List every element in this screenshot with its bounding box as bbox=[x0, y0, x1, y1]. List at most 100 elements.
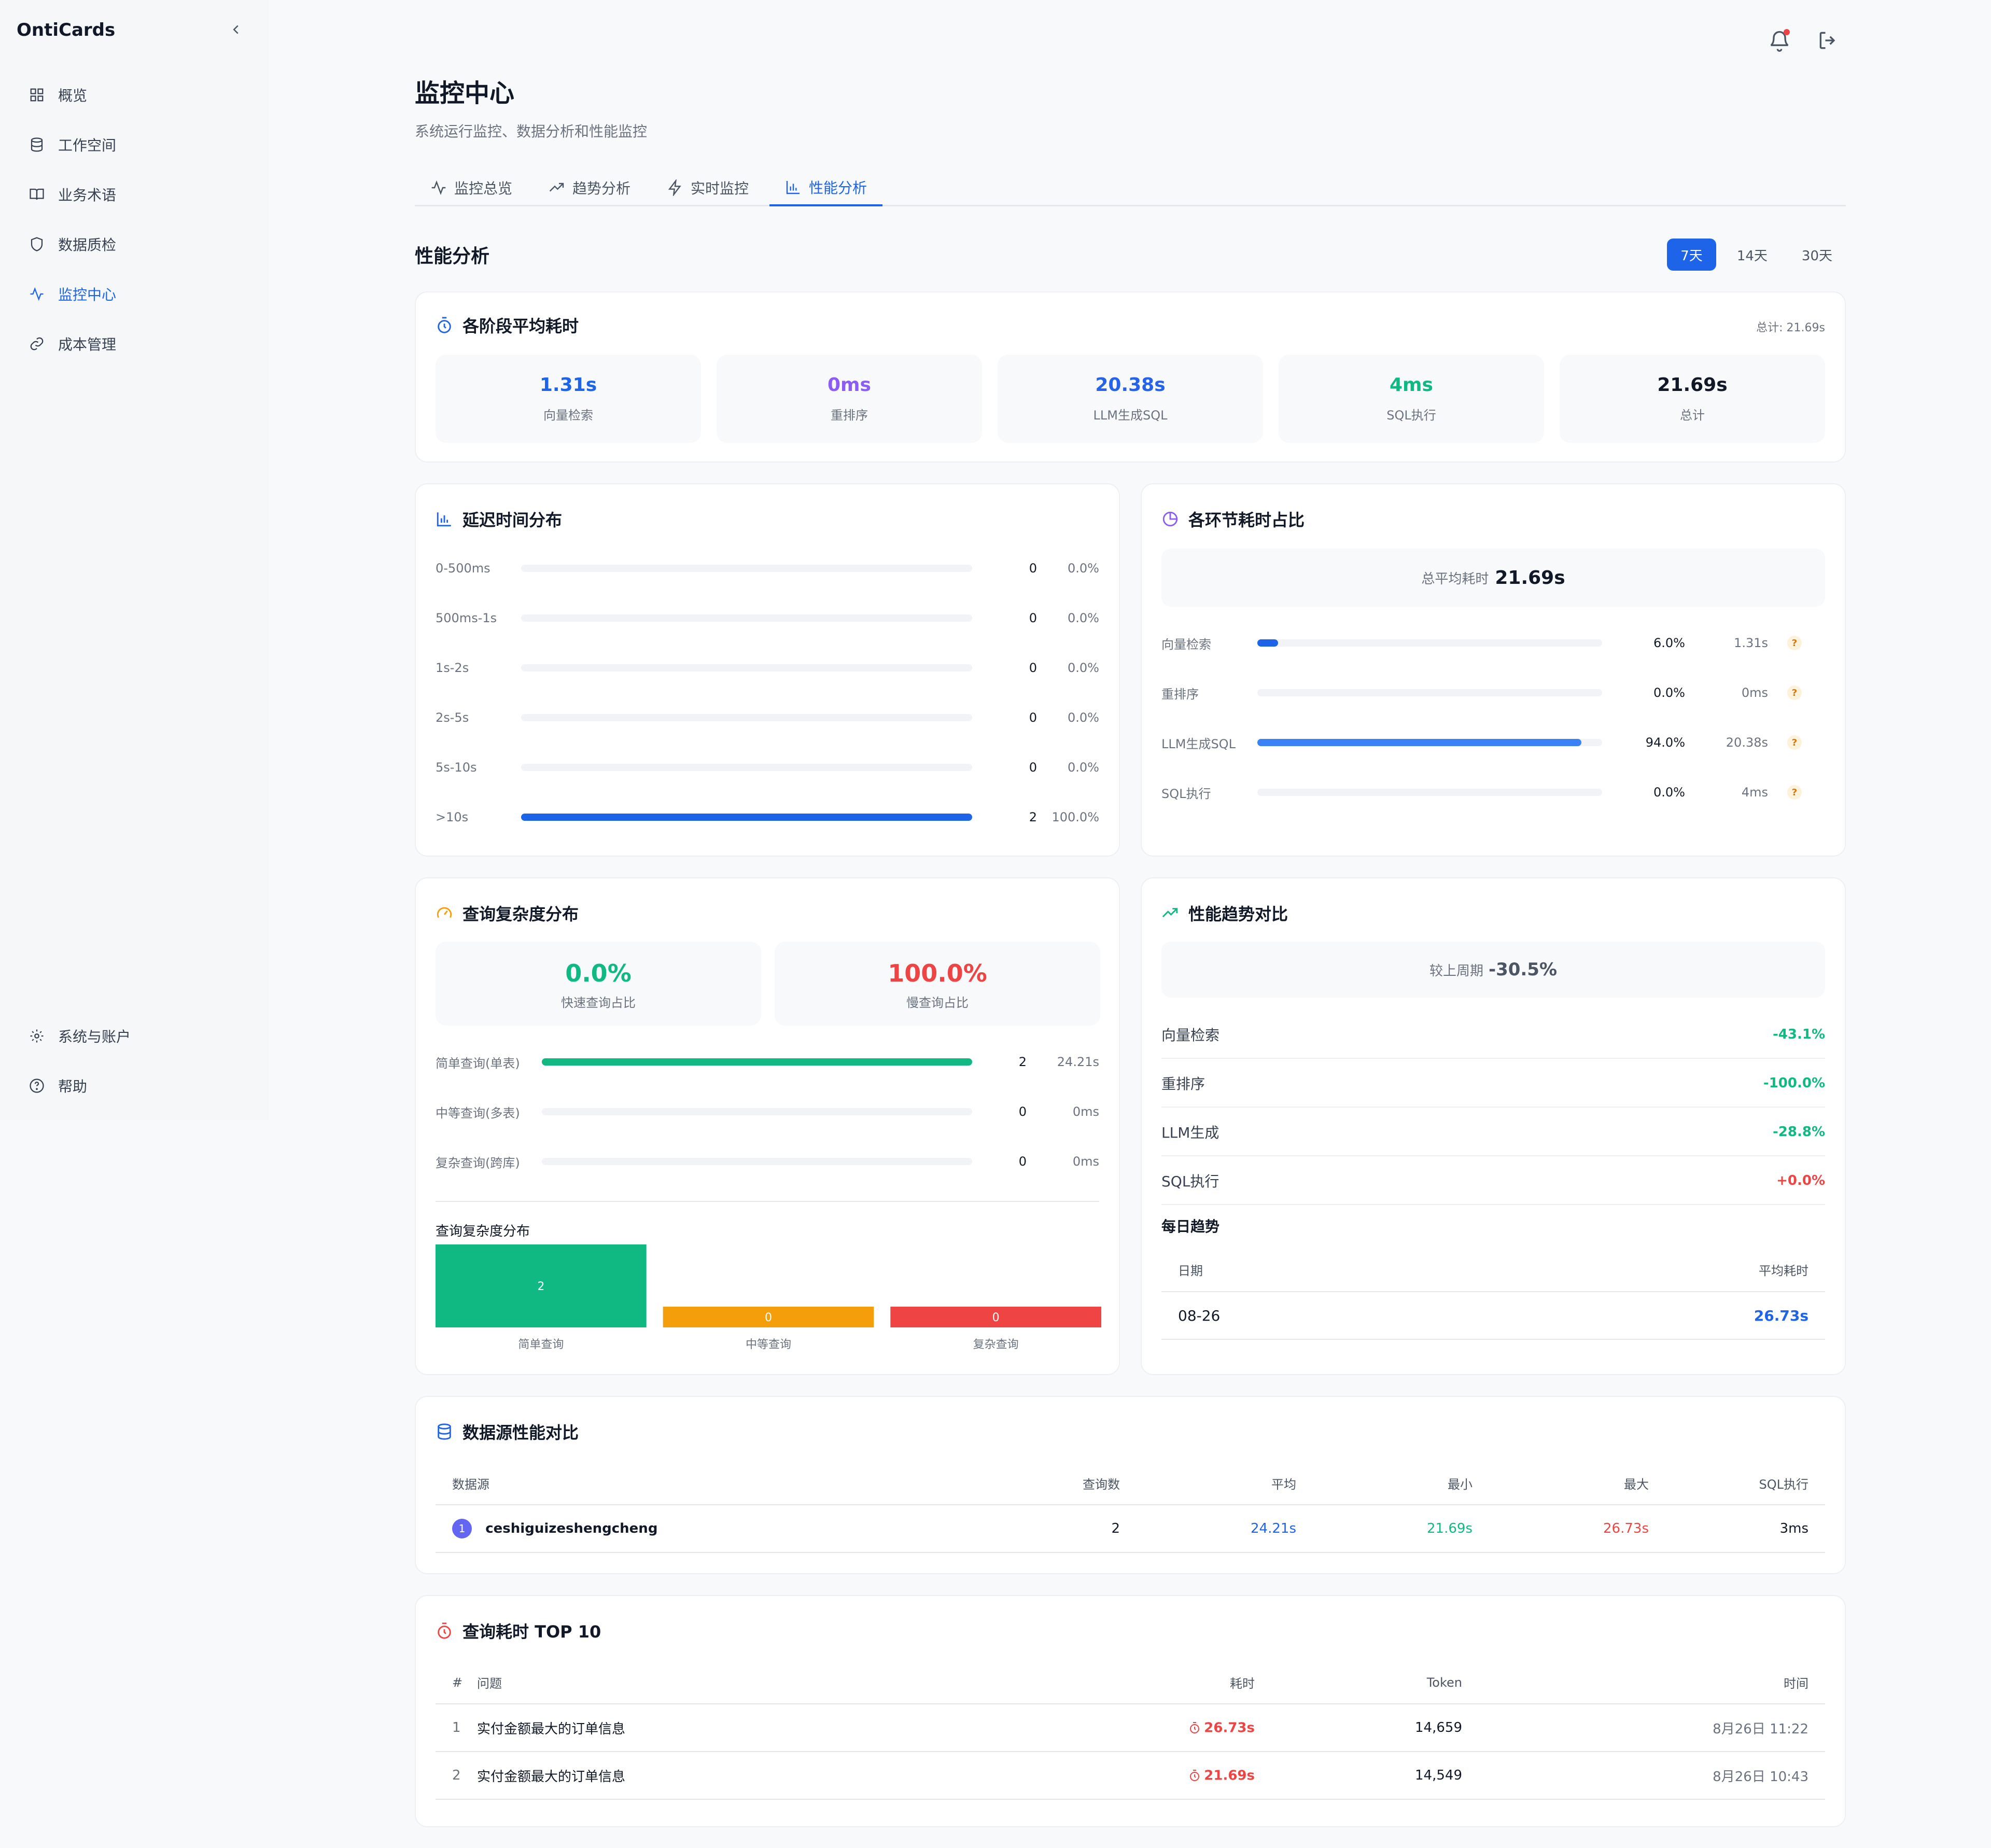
top10-table: # 问题 耗时 Token 时间 1 实付金额最大的订单信息 26.73s 14… bbox=[436, 1661, 1825, 1800]
table-header-row: # 问题 耗时 Token 时间 bbox=[436, 1661, 1825, 1704]
latency-pct: 100.0% bbox=[1051, 810, 1099, 824]
stat-llm: 20.38s LLM生成SQL bbox=[998, 355, 1263, 443]
logout-icon bbox=[1819, 32, 1835, 49]
pie-chart-icon bbox=[1162, 511, 1178, 527]
sidebar-item-workspace[interactable]: 工作空间 bbox=[29, 120, 116, 170]
stage-avg-card: 各阶段平均耗时 总计: 21.69s 1.31s 向量检索 0ms 重排序 20… bbox=[415, 291, 1846, 463]
latency-track bbox=[521, 565, 972, 572]
sidebar-bottom-nav: 系统与账户 帮助 bbox=[29, 1011, 131, 1111]
trending-up-icon bbox=[1162, 908, 1178, 918]
complexity-fill bbox=[542, 1058, 972, 1066]
share-time: 1.31s bbox=[1734, 636, 1768, 650]
tab-performance[interactable]: 性能分析 bbox=[769, 170, 883, 206]
complexity-track bbox=[542, 1158, 972, 1165]
latency-fill bbox=[521, 814, 972, 821]
range-30d-button[interactable]: 30天 bbox=[1788, 239, 1846, 271]
complexity-row: 中等查询(多表) 0 0ms bbox=[436, 1101, 1099, 1122]
stat-vector: 1.31s 向量检索 bbox=[436, 355, 701, 443]
help-icon[interactable]: ? bbox=[1787, 636, 1802, 650]
card-title: 延迟时间分布 bbox=[436, 507, 562, 531]
range-14d-button[interactable]: 14天 bbox=[1723, 239, 1781, 271]
tab-bar: 监控总览 趋势分析 实时监控 性能分析 bbox=[415, 170, 1846, 206]
link-icon bbox=[30, 337, 44, 351]
range-7d-button[interactable]: 7天 bbox=[1667, 239, 1716, 271]
sidebar-item-label: 帮助 bbox=[58, 1078, 88, 1095]
sidebar-item-overview[interactable]: 概览 bbox=[29, 70, 116, 120]
latency-label: >10s bbox=[436, 810, 469, 824]
complexity-label: 简单查询(单表) bbox=[436, 1056, 520, 1071]
latency-pct: 0.0% bbox=[1068, 710, 1099, 725]
complexity-track bbox=[542, 1058, 972, 1066]
latency-pct: 0.0% bbox=[1068, 561, 1099, 576]
chart-title: 查询复杂度分布 bbox=[436, 1224, 530, 1239]
trend-row: SQL执行 +0.0% bbox=[1161, 1157, 1825, 1205]
rank-badge: 1 bbox=[452, 1519, 472, 1538]
tab-realtime[interactable]: 实时监控 bbox=[651, 170, 764, 205]
latency-track bbox=[521, 614, 972, 622]
share-pct: 6.0% bbox=[1653, 636, 1685, 650]
bar-value-label: 0 bbox=[765, 1311, 772, 1324]
tab-label: 性能分析 bbox=[809, 179, 867, 197]
divider bbox=[436, 1201, 1099, 1202]
shield-icon bbox=[31, 237, 43, 251]
datasource-table: 数据源 查询数 平均 最小 最大 SQL执行 1 ceshiguizesheng… bbox=[436, 1462, 1825, 1553]
activity-icon bbox=[431, 180, 446, 195]
help-icon[interactable]: ? bbox=[1787, 735, 1802, 750]
database-icon bbox=[438, 1423, 451, 1440]
trend-label: SQL执行 bbox=[1161, 1173, 1219, 1190]
latency-track bbox=[521, 814, 972, 821]
tab-trend[interactable]: 趋势分析 bbox=[533, 170, 646, 205]
help-icon[interactable]: ? bbox=[1787, 785, 1802, 800]
sidebar-nav: 概览 工作空间 业务术语 数据质检 监控中心 成本管理 bbox=[29, 70, 116, 369]
notification-badge bbox=[1784, 29, 1790, 35]
gauge-icon bbox=[437, 907, 452, 918]
complexity-row: 复杂查询(跨库) 0 0ms bbox=[436, 1151, 1099, 1172]
card-title: 数据源性能对比 bbox=[436, 1420, 579, 1444]
sidebar-item-settings[interactable]: 系统与账户 bbox=[29, 1011, 131, 1061]
latency-row: >10s 2 100.0% bbox=[436, 807, 1099, 828]
tab-overview[interactable]: 监控总览 bbox=[415, 170, 528, 205]
trend-card: 性能趋势对比 较上周期 -30.5% 向量检索 -43.1% 重排序 -100.0% L… bbox=[1141, 877, 1846, 1375]
help-icon[interactable]: ? bbox=[1787, 685, 1802, 700]
logout-button[interactable] bbox=[1817, 29, 1840, 52]
book-icon bbox=[30, 188, 44, 200]
trend-row: 重排序 -100.0% bbox=[1161, 1060, 1825, 1108]
trend-row: LLM生成 -28.8% bbox=[1161, 1109, 1825, 1156]
complexity-label: 复杂查询(跨库) bbox=[436, 1155, 520, 1170]
query-count: 2 bbox=[944, 1505, 1120, 1553]
sidebar-item-help[interactable]: 帮助 bbox=[29, 1061, 131, 1111]
tokens: 14,549 bbox=[1255, 1752, 1462, 1800]
table-row[interactable]: 2 实付金额最大的订单信息 21.69s 14,549 8月26日 10:43 bbox=[436, 1752, 1825, 1800]
sidebar-item-quality[interactable]: 数据质检 bbox=[29, 219, 116, 269]
question: 实付金额最大的订单信息 bbox=[477, 1704, 1047, 1752]
latency-row: 0-500ms 0 0.0% bbox=[436, 558, 1099, 579]
activity-icon bbox=[30, 287, 44, 301]
latency-track bbox=[521, 714, 972, 721]
share-time: 4ms bbox=[1741, 785, 1768, 800]
complexity-bar-chart: 2 简单查询 0 中等查询 0 复杂查询 bbox=[436, 1244, 1101, 1351]
timer-icon bbox=[438, 1622, 451, 1639]
sidebar-item-glossary[interactable]: 业务术语 bbox=[29, 170, 116, 219]
table-row[interactable]: 1 实付金额最大的订单信息 26.73s 14,659 8月26日 11:22 bbox=[436, 1704, 1825, 1752]
sidebar: OntiCards 概览 工作空间 业务术语 数据质检 监控中心 成本管理 系统… bbox=[0, 0, 269, 1120]
table-row[interactable]: 1 ceshiguizeshengcheng 2 24.21s 21.69s 2… bbox=[436, 1505, 1825, 1553]
sidebar-item-monitor[interactable]: 监控中心 bbox=[29, 269, 116, 319]
tab-label: 实时监控 bbox=[691, 179, 749, 197]
question: 实付金额最大的订单信息 bbox=[477, 1752, 1047, 1800]
sidebar-item-label: 监控中心 bbox=[58, 286, 117, 303]
stat-total: 21.69s 总计 bbox=[1560, 355, 1825, 443]
card-title: 查询复杂度分布 bbox=[436, 901, 579, 925]
card-title: 查询耗时 TOP 10 bbox=[436, 1619, 601, 1643]
daily-trend-table: 日期 平均耗时 08-26 26.73s bbox=[1161, 1248, 1825, 1340]
share-track bbox=[1257, 739, 1602, 746]
notification-button[interactable] bbox=[1768, 29, 1791, 52]
timer-icon bbox=[438, 317, 451, 333]
latency-pct: 0.0% bbox=[1068, 611, 1099, 625]
sidebar-item-cost[interactable]: 成本管理 bbox=[29, 319, 116, 369]
timer-icon bbox=[1190, 1770, 1200, 1782]
chevron-left-icon[interactable] bbox=[228, 22, 244, 37]
trend-label: 重排序 bbox=[1161, 1075, 1205, 1093]
range-selector: 7天 14天 30天 bbox=[1667, 239, 1846, 271]
latency-count: 0 bbox=[1029, 561, 1037, 576]
share-fill bbox=[1257, 639, 1278, 647]
